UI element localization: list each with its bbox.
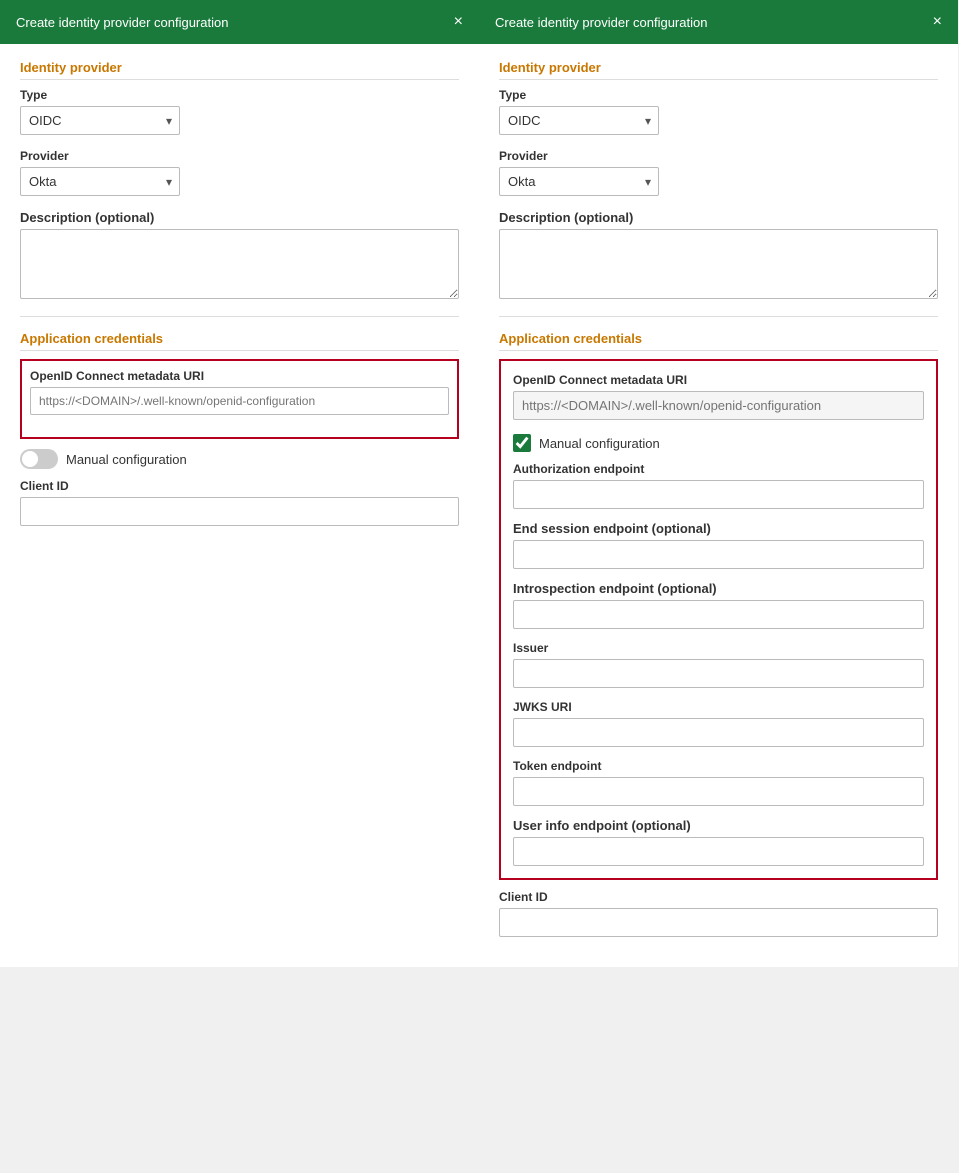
token-endpoint-label: Token endpoint xyxy=(513,759,924,773)
client-id-group-left: Client ID xyxy=(20,479,459,526)
provider-label-left: Provider xyxy=(20,149,459,163)
description-group-left: Description (optional) xyxy=(20,210,459,302)
provider-select-wrapper-left[interactable]: Okta xyxy=(20,167,180,196)
dialog-left-body: Identity provider Type OIDC Provider Okt… xyxy=(0,44,479,556)
openid-label-left: OpenID Connect metadata URI xyxy=(30,369,449,383)
provider-label-right: Provider xyxy=(499,149,938,163)
introspection-group: Introspection endpoint (optional) xyxy=(513,581,924,629)
manual-config-box-right: OpenID Connect metadata URI Manual confi… xyxy=(499,359,938,880)
user-info-label: User info endpoint (optional) xyxy=(513,818,924,833)
type-select-left[interactable]: OIDC xyxy=(20,106,180,135)
divider-right xyxy=(499,316,938,317)
dialog-right-title: Create identity provider configuration xyxy=(495,15,707,30)
openid-input-right[interactable] xyxy=(513,391,924,420)
issuer-input[interactable] xyxy=(513,659,924,688)
dialog-right-body: Identity provider Type OIDC Provider Okt… xyxy=(479,44,958,967)
client-id-label-left: Client ID xyxy=(20,479,459,493)
openid-label-right: OpenID Connect metadata URI xyxy=(513,373,924,387)
dialog-right: Create identity provider configuration ×… xyxy=(479,0,958,967)
auth-endpoint-label: Authorization endpoint xyxy=(513,462,924,476)
issuer-label: Issuer xyxy=(513,641,924,655)
provider-select-wrapper-right[interactable]: Okta xyxy=(499,167,659,196)
section-identity-provider-right: Identity provider xyxy=(499,60,938,80)
description-label-right: Description (optional) xyxy=(499,210,938,225)
toggle-knob-left xyxy=(22,451,38,467)
description-group-right: Description (optional) xyxy=(499,210,938,302)
openid-group-left: OpenID Connect metadata URI xyxy=(30,369,449,415)
type-label-right: Type xyxy=(499,88,938,102)
manual-config-row-left: Manual configuration xyxy=(20,449,459,469)
openid-group-right: OpenID Connect metadata URI xyxy=(513,373,924,420)
issuer-group: Issuer xyxy=(513,641,924,688)
introspection-input[interactable] xyxy=(513,600,924,629)
jwks-uri-input[interactable] xyxy=(513,718,924,747)
dialog-right-header: Create identity provider configuration × xyxy=(479,0,958,44)
provider-group-right: Provider Okta xyxy=(499,149,938,196)
user-info-group: User info endpoint (optional) xyxy=(513,818,924,866)
dialog-left: Create identity provider configuration ×… xyxy=(0,0,479,967)
auth-endpoint-group: Authorization endpoint xyxy=(513,462,924,509)
type-select-right[interactable]: OIDC xyxy=(499,106,659,135)
end-session-input[interactable] xyxy=(513,540,924,569)
manual-config-row-right: Manual configuration xyxy=(513,434,924,452)
client-id-input-left[interactable] xyxy=(20,497,459,526)
jwks-uri-group: JWKS URI xyxy=(513,700,924,747)
manual-config-label-left: Manual configuration xyxy=(66,452,187,467)
jwks-uri-label: JWKS URI xyxy=(513,700,924,714)
client-id-input-right[interactable] xyxy=(499,908,938,937)
user-info-input[interactable] xyxy=(513,837,924,866)
description-textarea-left[interactable] xyxy=(20,229,459,299)
provider-select-right[interactable]: Okta xyxy=(499,167,659,196)
dialog-right-close[interactable]: × xyxy=(933,14,942,30)
dialog-left-close[interactable]: × xyxy=(454,14,463,30)
client-id-label-right: Client ID xyxy=(499,890,938,904)
dialog-left-title: Create identity provider configuration xyxy=(16,15,228,30)
client-id-group-right: Client ID xyxy=(499,890,938,937)
type-group-left: Type OIDC xyxy=(20,88,459,135)
description-label-left: Description (optional) xyxy=(20,210,459,225)
metadata-uri-box-left: OpenID Connect metadata URI xyxy=(20,359,459,439)
section-app-creds-right: Application credentials xyxy=(499,331,938,351)
introspection-label: Introspection endpoint (optional) xyxy=(513,581,924,596)
section-identity-provider-left: Identity provider xyxy=(20,60,459,80)
type-select-wrapper-left[interactable]: OIDC xyxy=(20,106,180,135)
dialog-left-header: Create identity provider configuration × xyxy=(0,0,479,44)
manual-config-label-right: Manual configuration xyxy=(539,436,660,451)
type-select-wrapper-right[interactable]: OIDC xyxy=(499,106,659,135)
openid-input-left[interactable] xyxy=(30,387,449,415)
token-endpoint-group: Token endpoint xyxy=(513,759,924,806)
type-group-right: Type OIDC xyxy=(499,88,938,135)
manual-config-checkbox-right[interactable] xyxy=(513,434,531,452)
provider-group-left: Provider Okta xyxy=(20,149,459,196)
type-label-left: Type xyxy=(20,88,459,102)
token-endpoint-input[interactable] xyxy=(513,777,924,806)
provider-select-left[interactable]: Okta xyxy=(20,167,180,196)
auth-endpoint-input[interactable] xyxy=(513,480,924,509)
divider-left xyxy=(20,316,459,317)
end-session-group: End session endpoint (optional) xyxy=(513,521,924,569)
section-app-creds-left: Application credentials xyxy=(20,331,459,351)
end-session-label: End session endpoint (optional) xyxy=(513,521,924,536)
manual-config-toggle-left[interactable] xyxy=(20,449,58,469)
description-textarea-right[interactable] xyxy=(499,229,938,299)
